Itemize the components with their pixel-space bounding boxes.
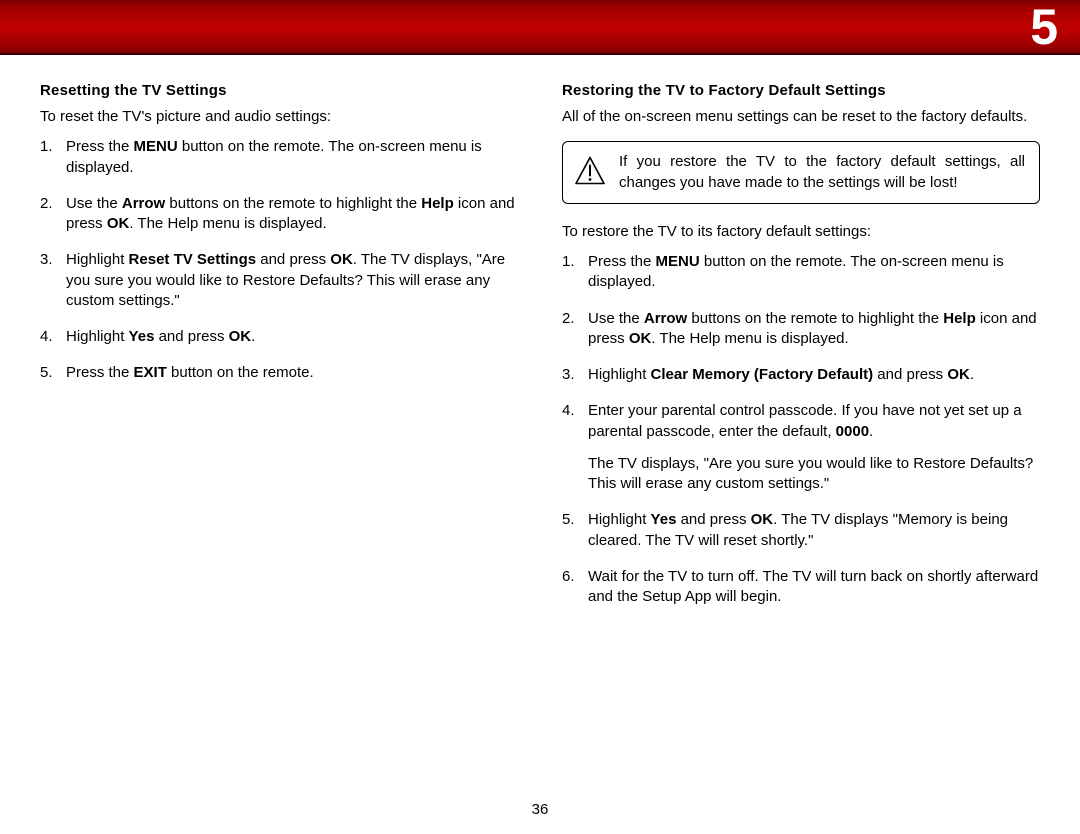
text: buttons on the remote to highlight the [687,310,943,327]
right-heading: Restoring the TV to Factory Default Sett… [562,82,1040,99]
text: button on the remote. [167,364,314,381]
left-column: Resetting the TV Settings To reset the T… [40,82,518,623]
list-item: Enter your parental control passcode. If… [562,401,1040,494]
list-item: Highlight Clear Memory (Factory Default)… [562,365,1040,385]
right-intro: All of the on-screen menu settings can b… [562,107,1040,127]
list-item: Highlight Yes and press OK. The TV displ… [562,510,1040,551]
text: and press [873,366,947,383]
text: Highlight [588,366,651,383]
left-intro: To reset the TV's picture and audio sett… [40,107,518,127]
list-item-paragraph: The TV displays, "Are you sure you would… [588,454,1040,495]
list-item: Press the MENU button on the remote. The… [40,137,518,178]
text: . The Help menu is displayed. [651,330,848,347]
left-steps: Press the MENU button on the remote. The… [40,137,518,383]
list-item: Wait for the TV to turn off. The TV will… [562,567,1040,608]
list-item: Use the Arrow buttons on the remote to h… [40,194,518,235]
page-footer-number: 36 [0,801,1080,818]
bold-text: OK [330,251,353,268]
text: Press the [588,253,656,270]
text: Use the [66,195,122,212]
warning-icon [575,156,605,189]
list-item: Press the MENU button on the remote. The… [562,252,1040,293]
text: . [970,366,974,383]
text: . [251,328,255,345]
list-item: Highlight Reset TV Settings and press OK… [40,250,518,311]
bold-text: Yes [651,511,677,528]
manual-page: 5 Resetting the TV Settings To reset the… [0,0,1080,834]
chapter-banner: 5 [0,0,1080,55]
text: . [869,423,873,440]
bold-text: Help [943,310,976,327]
bold-text: Arrow [644,310,687,327]
right-intro2: To restore the TV to its factory default… [562,222,1040,242]
bold-text: Clear Memory (Factory Default) [651,366,874,383]
text: and press [154,328,228,345]
bold-text: Yes [129,328,155,345]
warning-text: If you restore the TV to the factory def… [619,152,1025,193]
text: . The Help menu is displayed. [129,215,326,232]
text: Use the [588,310,644,327]
text: and press [676,511,750,528]
right-column: Restoring the TV to Factory Default Sett… [562,82,1040,623]
list-item: Use the Arrow buttons on the remote to h… [562,309,1040,350]
bold-text: OK [629,330,652,347]
bold-text: Help [421,195,454,212]
list-item: Press the EXIT button on the remote. [40,363,518,383]
text: Enter your parental control passcode. If… [588,402,1022,439]
bold-text: Reset TV Settings [129,251,257,268]
list-item: Highlight Yes and press OK. [40,327,518,347]
text: Wait for the TV to turn off. The TV will… [588,568,1038,605]
chapter-number: 5 [1030,0,1058,56]
bold-text: MENU [134,138,178,155]
bold-text: 0000 [836,423,869,440]
text: Press the [66,138,134,155]
right-steps: Press the MENU button on the remote. The… [562,252,1040,607]
text: Highlight [66,251,129,268]
text: buttons on the remote to highlight the [165,195,421,212]
left-heading: Resetting the TV Settings [40,82,518,99]
text: Highlight [66,328,129,345]
bold-text: MENU [656,253,700,270]
text: and press [256,251,330,268]
bold-text: Arrow [122,195,165,212]
text: Press the [66,364,134,381]
bold-text: OK [947,366,970,383]
content-columns: Resetting the TV Settings To reset the T… [40,82,1040,623]
warning-box: If you restore the TV to the factory def… [562,141,1040,204]
bold-text: OK [751,511,774,528]
text: Highlight [588,511,651,528]
bold-text: EXIT [134,364,167,381]
bold-text: OK [229,328,252,345]
bold-text: OK [107,215,130,232]
